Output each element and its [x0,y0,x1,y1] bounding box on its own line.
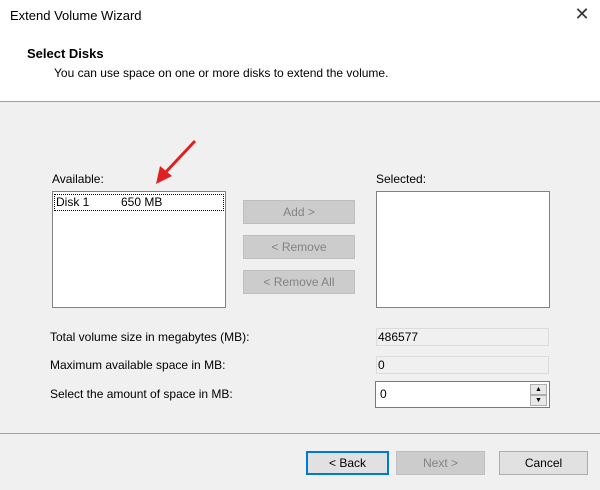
amount-label: Select the amount of space in MB: [50,387,233,401]
selected-label: Selected: [376,172,427,186]
disk-size: 650 MB [121,195,163,209]
disk-name: Disk 1 [56,195,90,209]
next-button[interactable]: Next > [396,451,485,475]
close-icon[interactable]: ✕ [572,4,592,25]
annotation-arrow-icon [156,139,197,184]
list-item[interactable]: Disk 1 650 MB [54,194,224,211]
window-title: Extend Volume Wizard [10,8,142,23]
amount-spinner[interactable]: 0 ▲ ▼ [375,381,550,408]
total-size-value: 486577 [376,328,549,346]
spin-down-icon[interactable]: ▼ [530,395,547,406]
back-button[interactable]: < Back [306,451,389,475]
amount-input[interactable]: 0 [380,387,387,401]
spin-up-icon[interactable]: ▲ [530,384,547,395]
max-space-label: Maximum available space in MB: [50,358,226,372]
remove-all-button[interactable]: < Remove All [243,270,355,294]
add-button[interactable]: Add > [243,200,355,224]
page-title: Select Disks [27,46,104,61]
remove-button[interactable]: < Remove [243,235,355,259]
divider [0,433,600,434]
total-size-label: Total volume size in megabytes (MB): [50,330,250,344]
available-list[interactable]: Disk 1 650 MB [52,191,226,308]
cancel-button[interactable]: Cancel [499,451,588,475]
available-label: Available: [52,172,104,186]
selected-list[interactable] [376,191,550,308]
max-space-value: 0 [376,356,549,374]
page-subtitle: You can use space on one or more disks t… [54,66,389,80]
